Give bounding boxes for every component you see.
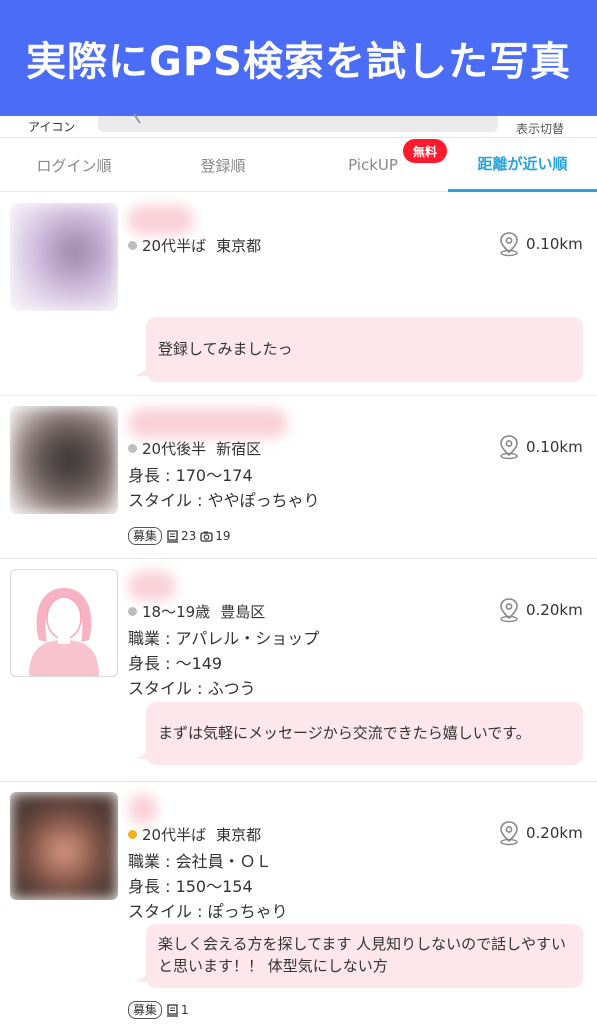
status-dot — [128, 241, 137, 250]
message-text: まずは気軽にメッセージから交流できたら嬉しいです。 — [158, 723, 531, 742]
board-icon — [167, 529, 179, 543]
user-job: 職業 : 会社員・ＯＬ — [128, 852, 272, 871]
photo-count: 19 — [215, 529, 231, 543]
user-name-blurred — [128, 571, 176, 601]
user-distance: 0.20km — [498, 597, 583, 623]
board-count: 1 — [181, 1003, 189, 1017]
user-name-blurred — [128, 205, 194, 235]
user-avatar[interactable] — [10, 792, 118, 900]
user-age: 20代半ば — [142, 237, 207, 255]
status-dot — [128, 607, 137, 616]
free-badge: 無料 — [403, 139, 447, 163]
user-height: 身長 : 170～174 — [128, 466, 253, 485]
distance-value: 0.10km — [526, 235, 583, 253]
user-area: 東京都 — [216, 237, 262, 255]
user-age: 20代後半 — [142, 440, 207, 458]
icon-toggle-label[interactable]: アイコン — [28, 118, 75, 135]
search-bar: アイコン 表示切替 — [0, 114, 597, 138]
user-area: 豊島区 — [220, 603, 266, 621]
sort-tabs: ログイン順 登録順 PickUP 距離が近い順 — [0, 138, 597, 192]
user-area: 新宿区 — [216, 440, 262, 458]
user-avatar[interactable] — [10, 406, 118, 514]
user-activity: 募集 1 — [128, 1001, 193, 1019]
distance-value: 0.10km — [526, 438, 583, 456]
location-pin-icon — [500, 232, 518, 257]
user-meta: 20代半ば 東京都 — [128, 235, 261, 256]
status-dot — [128, 444, 137, 453]
user-age: 18～19歳 — [142, 603, 211, 621]
user-area: 東京都 — [216, 826, 262, 844]
board-count: 23 — [181, 529, 197, 543]
user-height: 身長 : ～149 — [128, 654, 223, 673]
search-icon — [133, 114, 141, 124]
avatar-photo — [10, 406, 118, 514]
avatar-photo — [10, 792, 118, 900]
user-avatar[interactable] — [10, 569, 118, 677]
recruit-tag[interactable]: 募集 — [128, 1001, 163, 1019]
avatar-photo — [10, 203, 118, 311]
user-card[interactable]: 20代半ば 東京都 0.10km 登録してみましたっ — [0, 193, 597, 396]
user-style: スタイル : ぽっちゃり — [128, 902, 288, 921]
message-text: 登録してみましたっ — [158, 339, 293, 358]
message-bubble: 楽しく会える方を探してます 人見知りしないので話しやすいと思います！！ 体型気に… — [136, 924, 583, 988]
online-status-dot — [128, 830, 137, 839]
user-job: 職業 : アパレル・ショップ — [128, 629, 320, 648]
user-distance: 0.10km — [498, 434, 583, 460]
user-distance: 0.10km — [498, 231, 583, 257]
user-card[interactable]: 20代後半 新宿区 0.10km 身長 : 170～174 スタイル : ややぽ… — [0, 396, 597, 559]
message-bubble: まずは気軽にメッセージから交流できたら嬉しいです。 — [136, 702, 583, 765]
user-name-blurred — [128, 794, 158, 824]
message-text: 楽しく会える方を探してます 人見知りしないので話しやすいと思います！！ 体型気に… — [158, 935, 566, 975]
tab-distance-order[interactable]: 距離が近い順 — [448, 138, 597, 192]
user-meta: 18～19歳 豊島区 — [128, 601, 265, 622]
user-name-blurred — [128, 408, 288, 438]
user-card[interactable]: 20代半ば 東京都 0.20km 職業 : 会社員・ＯＬ 身長 : 150～15… — [0, 782, 597, 1024]
user-distance: 0.20km — [498, 820, 583, 846]
user-meta: 20代半ば 東京都 — [128, 824, 261, 845]
user-meta: 20代後半 新宿区 — [128, 438, 261, 459]
user-age: 20代半ば — [142, 826, 207, 844]
search-input[interactable] — [98, 114, 498, 132]
distance-value: 0.20km — [526, 824, 583, 842]
view-toggle-button[interactable]: 表示切替 — [516, 120, 564, 137]
user-avatar[interactable] — [10, 203, 118, 311]
user-style: スタイル : ふつう — [128, 679, 256, 698]
location-pin-icon — [500, 598, 518, 623]
recruit-tag[interactable]: 募集 — [128, 527, 163, 545]
message-bubble: 登録してみましたっ — [136, 317, 583, 382]
user-style: スタイル : ややぽっちゃり — [128, 491, 320, 510]
location-pin-icon — [500, 821, 518, 846]
tab-login-order[interactable]: ログイン順 — [0, 138, 148, 192]
tab-registration-order[interactable]: 登録順 — [148, 138, 298, 192]
user-height: 身長 : 150～154 — [128, 877, 253, 896]
location-pin-icon — [500, 435, 518, 460]
user-card[interactable]: 18～19歳 豊島区 0.20km 職業 : アパレル・ショップ 身長 : ～1… — [0, 559, 597, 782]
default-avatar-icon — [29, 588, 99, 676]
user-activity: 募集 23 19 — [128, 527, 235, 545]
banner-title: 実際にGPS検索を試した写真 — [26, 39, 571, 85]
camera-icon — [200, 531, 213, 542]
board-icon — [167, 1003, 179, 1017]
distance-value: 0.20km — [526, 601, 583, 619]
header-banner: 実際にGPS検索を試した写真 — [0, 0, 597, 116]
